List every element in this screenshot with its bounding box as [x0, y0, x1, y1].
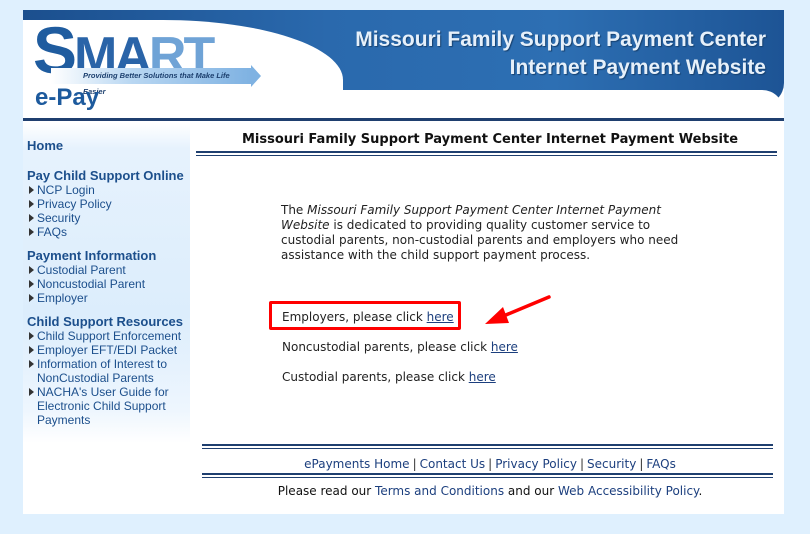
sidebar-section-pay-online[interactable]: Pay Child Support Online — [27, 168, 184, 183]
terms-link[interactable]: Terms and Conditions — [375, 484, 504, 498]
sidebar-link[interactable]: FAQs — [37, 225, 67, 239]
custodial-text: Custodial parents, please click — [282, 370, 469, 384]
banner-title-line2: Internet Payment Website — [509, 56, 766, 79]
sidebar-link[interactable]: Child Support Enforcement — [37, 329, 181, 343]
intro-suffix: is dedicated to providing quality custom… — [281, 218, 679, 262]
footer-note-suffix: . — [698, 484, 703, 498]
footer-note-prefix: Please read our — [277, 484, 376, 498]
accessibility-link[interactable]: Web Accessibility Policy — [558, 484, 698, 498]
sidebar-link[interactable]: NCP Login — [37, 183, 95, 197]
sidebar-link[interactable]: Noncustodial Parent — [37, 277, 145, 291]
footer-link-epayments-home[interactable]: ePayments Home — [304, 457, 409, 471]
header-banner: SMART Providing Better Solutions that Ma… — [23, 10, 784, 130]
intro-prefix: The — [281, 203, 308, 217]
sidebar-item-security[interactable]: Security — [27, 211, 189, 225]
footer-link-contact-us[interactable]: Contact Us — [420, 457, 486, 471]
sidebar-item-ncp-login[interactable]: NCP Login — [27, 183, 189, 197]
sidebar-item-info-noncustodial[interactable]: Information of Interest to NonCustodial … — [27, 357, 177, 385]
footer-link-faqs[interactable]: FAQs — [646, 457, 676, 471]
banner-bottom-curve — [223, 90, 784, 120]
banner-title: Missouri Family Support Payment Center I… — [355, 26, 766, 82]
sidebar-list-pay-online: NCP Login Privacy Policy Security FAQs — [27, 183, 189, 239]
page-title: Missouri Family Support Payment Center I… — [241, 132, 739, 147]
sidebar-item-noncustodial-parent[interactable]: Noncustodial Parent — [27, 277, 189, 291]
sidebar-link[interactable]: Privacy Policy — [37, 197, 112, 211]
sidebar-item-faqs[interactable]: FAQs — [27, 225, 189, 239]
sidebar-item-home[interactable]: Home — [27, 138, 63, 153]
footer-divider-bottom — [202, 473, 773, 478]
custodial-here-link[interactable]: here — [469, 370, 496, 384]
sidebar-link[interactable]: Employer EFT/EDI Packet — [37, 343, 177, 357]
sidebar-section-child-support-resources[interactable]: Child Support Resources — [27, 314, 183, 329]
footer-divider-top — [202, 444, 773, 449]
sidebar-item-privacy-policy[interactable]: Privacy Policy — [27, 197, 189, 211]
noncustodial-text: Noncustodial parents, please click — [282, 340, 491, 354]
logo-epay: e-Pay — [35, 84, 100, 111]
sidebar-item-employer[interactable]: Employer — [27, 291, 189, 305]
sidebar-link[interactable]: Employer — [37, 291, 88, 305]
sidebar-link[interactable]: NACHA's User Guide for Electronic Child … — [37, 385, 169, 427]
footer-nav: ePayments Home | Contact Us | Privacy Policy… — [196, 457, 784, 471]
sidebar-item-nacha-guide[interactable]: NACHA's User Guide for Electronic Child … — [27, 385, 177, 427]
separator: | — [639, 457, 644, 471]
banner-title-line1: Missouri Family Support Payment Center — [355, 28, 766, 51]
sidebar-list-resources: Child Support Enforcement Employer EFT/E… — [27, 329, 189, 427]
custodial-line: Custodial parents, please click here — [282, 370, 496, 384]
noncustodial-here-link[interactable]: here — [491, 340, 518, 354]
separator: | — [488, 457, 493, 471]
logo-tagline: Providing Better Solutions that Make Lif… — [51, 65, 261, 96]
sidebar-item-custodial-parent[interactable]: Custodial Parent — [27, 263, 189, 277]
arrow-shaft — [499, 295, 551, 319]
sidebar-section-payment-information[interactable]: Payment Information — [27, 248, 156, 263]
sidebar-link[interactable]: Information of Interest to NonCustodial … — [37, 357, 167, 385]
arrow-head — [485, 307, 509, 324]
title-divider — [196, 151, 777, 156]
footer-link-privacy-policy[interactable]: Privacy Policy — [495, 457, 577, 471]
intro-paragraph: The Missouri Family Support Payment Cent… — [281, 203, 681, 263]
footer-note-middle: and our — [504, 484, 558, 498]
noncustodial-line: Noncustodial parents, please click here — [282, 340, 518, 354]
separator: | — [579, 457, 585, 471]
sidebar-item-employer-eft-edi-packet[interactable]: Employer EFT/EDI Packet — [27, 343, 189, 357]
sidebar-link[interactable]: Custodial Parent — [37, 263, 126, 277]
sidebar-nav: Home Pay Child Support Online NCP Login … — [23, 123, 190, 443]
sidebar-list-payment-information: Custodial Parent Noncustodial Parent Emp… — [27, 263, 189, 305]
main-content: Missouri Family Support Payment Center I… — [196, 123, 784, 514]
sidebar-link[interactable]: Security — [37, 211, 80, 225]
header-divider — [23, 118, 784, 121]
annotation-arrow-icon — [485, 295, 551, 324]
page-container: SMART Providing Better Solutions that Ma… — [23, 10, 784, 514]
highlight-box — [269, 301, 461, 330]
footer-link-security[interactable]: Security — [587, 457, 636, 471]
footer-note: Please read our Terms and Conditions and… — [196, 484, 784, 498]
sidebar-item-child-support-enforcement[interactable]: Child Support Enforcement — [27, 329, 189, 343]
separator: | — [412, 457, 417, 471]
